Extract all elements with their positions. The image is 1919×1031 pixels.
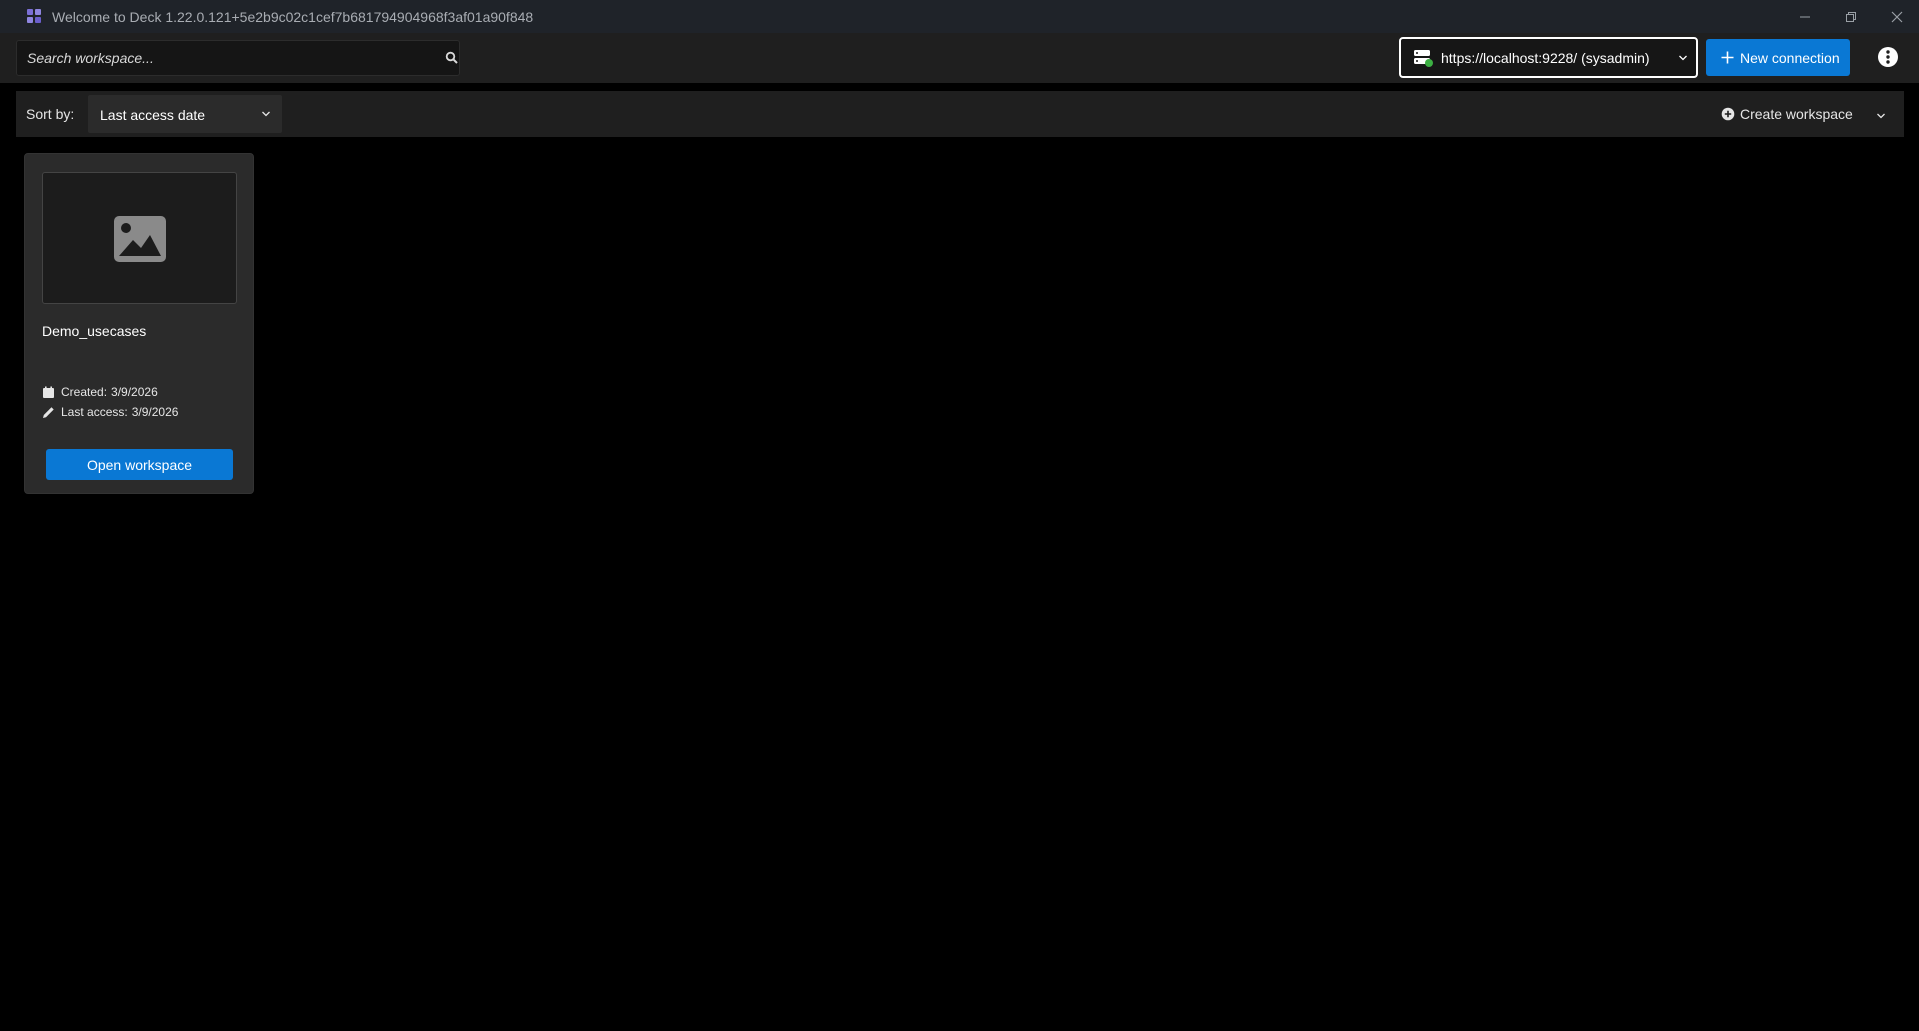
new-connection-button[interactable]: New connection	[1706, 39, 1850, 76]
connection-select[interactable]: https://localhost:9228/ (sysadmin)	[1399, 37, 1698, 78]
create-workspace-button[interactable]: Create workspace	[1721, 101, 1891, 127]
server-icon	[1414, 50, 1433, 67]
last-access-label: Last access:	[61, 405, 128, 419]
maximize-icon	[1846, 11, 1856, 22]
chevron-down-icon	[262, 111, 270, 117]
calendar-icon	[43, 386, 54, 398]
last-access-value: 3/9/2026	[131, 405, 179, 419]
created-row: Created: 3/9/2026	[42, 385, 158, 399]
minimize-button[interactable]	[1783, 0, 1827, 33]
pencil-icon	[43, 406, 54, 418]
minimize-icon	[1800, 16, 1810, 17]
plus-icon	[1721, 51, 1734, 64]
last-access-row: Last access: 3/9/2026	[42, 405, 178, 419]
maximize-button[interactable]	[1829, 0, 1873, 33]
open-workspace-button[interactable]: Open workspace	[46, 449, 233, 480]
search-input[interactable]	[27, 41, 427, 75]
search-box	[16, 40, 460, 76]
title-bar: Welcome to Deck 1.22.0.121+5e2b9c02c1cef…	[0, 0, 1919, 33]
chevron-down-icon[interactable]	[1876, 111, 1886, 121]
close-button[interactable]	[1875, 0, 1919, 33]
workspace-name: Demo_usecases	[42, 323, 147, 339]
plus-circle-icon	[1721, 107, 1735, 121]
created-label: Created:	[61, 385, 108, 399]
top-toolbar: https://localhost:9228/ (sysadmin) New c…	[0, 33, 1919, 83]
sort-bar: Sort by: Last access date Create workspa…	[16, 91, 1904, 137]
image-placeholder-icon	[114, 216, 166, 262]
grid-icon	[27, 9, 41, 23]
connection-label: https://localhost:9228/ (sysadmin)	[1441, 50, 1650, 66]
search-icon[interactable]	[445, 51, 459, 65]
created-value: 3/9/2026	[111, 385, 158, 399]
close-icon	[1891, 11, 1903, 22]
workspace-card: Demo_usecases Created: 3/9/2026 Last acc…	[24, 153, 254, 494]
sort-value: Last access date	[100, 107, 206, 123]
create-workspace-label: Create workspace	[1740, 106, 1853, 122]
sort-select[interactable]: Last access date	[88, 95, 282, 133]
sort-label: Sort by:	[26, 106, 75, 122]
new-connection-label: New connection	[1740, 50, 1840, 66]
chevron-down-icon	[1679, 55, 1687, 61]
workspace-thumbnail	[42, 172, 237, 304]
info-icon[interactable]	[1877, 46, 1899, 68]
window-title: Welcome to Deck 1.22.0.121+5e2b9c02c1cef…	[52, 9, 534, 25]
